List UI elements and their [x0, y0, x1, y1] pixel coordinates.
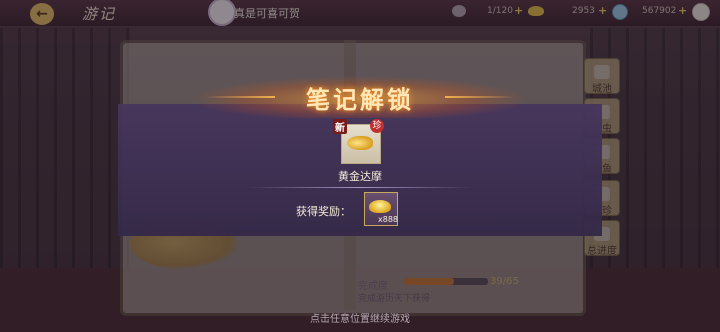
rare-badge: 珍: [370, 119, 384, 133]
golden-fish-icon: [347, 136, 373, 150]
item-name: 黄金达摩: [338, 170, 382, 183]
reward-label: 获得奖励：: [296, 205, 351, 218]
continue-hint[interactable]: 点击任意位置继续游戏: [260, 310, 460, 325]
gold-ingot-icon: [369, 200, 391, 213]
dialog-title: 笔记解锁: [306, 85, 414, 114]
divider: [248, 187, 472, 188]
new-badge: 新: [333, 119, 347, 134]
reward-quantity: x888: [378, 215, 399, 224]
